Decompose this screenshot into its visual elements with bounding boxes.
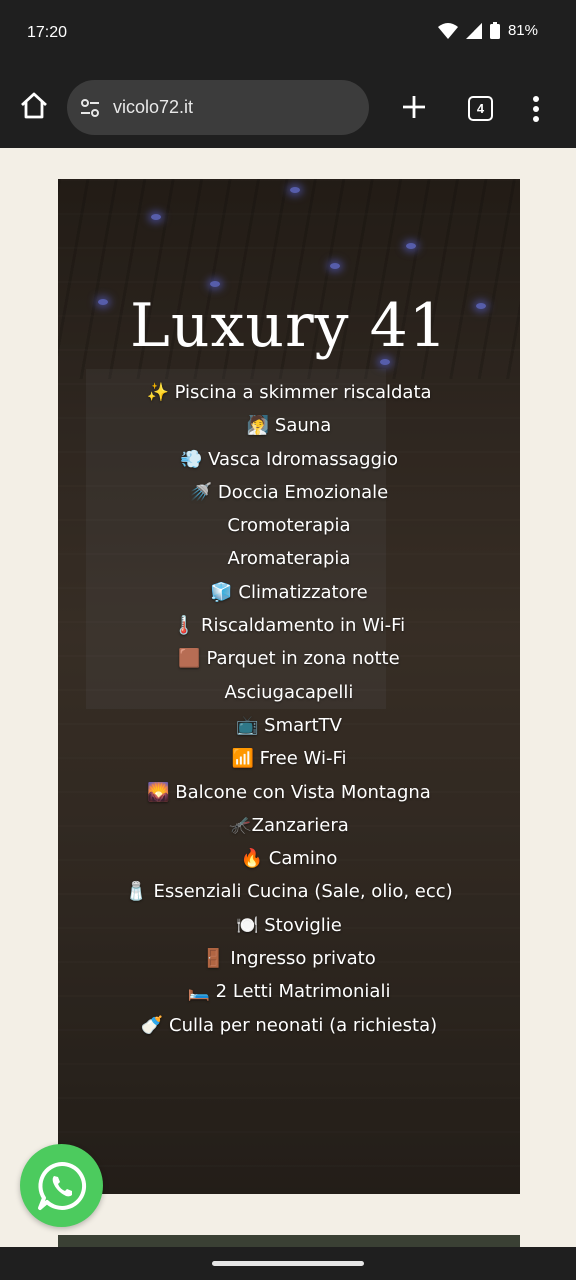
battery-percent: 81% xyxy=(507,22,538,39)
amenity-item: 🟫 Parquet in zona notte xyxy=(178,648,400,670)
tab-count: 4 xyxy=(476,101,485,116)
amenities-list: ✨ Piscina a skimmer riscaldata 🧖 Sauna 💨… xyxy=(58,376,520,1042)
status-time: 17:20 xyxy=(27,24,68,41)
more-menu-icon[interactable] xyxy=(528,95,544,123)
status-indicators: 81% xyxy=(437,22,538,39)
new-tab-icon[interactable] xyxy=(400,93,428,121)
site-settings-icon[interactable] xyxy=(79,97,101,119)
signal-icon xyxy=(465,22,482,39)
amenity-item: 📺 SmartTV xyxy=(236,714,342,736)
whatsapp-icon xyxy=(37,1161,86,1210)
tab-switcher-icon[interactable]: 4 xyxy=(468,96,493,121)
amenity-item: 🦟Zanzariera xyxy=(229,814,349,836)
system-nav-bar xyxy=(0,1247,576,1280)
amenity-item: 🛏️ 2 Letti Matrimoniali xyxy=(187,981,391,1003)
browser-toolbar: vicolo72.it 4 xyxy=(0,68,576,148)
amenity-item: Aromaterapia xyxy=(227,548,351,570)
amenity-item: 🍼 Culla per neonati (a richiesta) xyxy=(140,1014,438,1036)
amenity-item: 🍽️ Stoviglie xyxy=(236,914,342,936)
gesture-handle[interactable] xyxy=(212,1261,364,1266)
amenity-item: 🌡️ Riscaldamento in Wi-Fi xyxy=(172,615,406,637)
amenity-item: 🌄 Balcone con Vista Montagna xyxy=(147,781,431,803)
amenity-item: 🧂 Essenziali Cucina (Sale, olio, ecc) xyxy=(125,881,453,903)
status-bar: 17:20 81% xyxy=(0,0,576,68)
hero-title: Luxury 41 xyxy=(130,291,448,361)
amenity-item: 💨 Vasca Idromassaggio xyxy=(179,448,399,470)
amenity-item: 🧖 Sauna xyxy=(246,415,332,437)
amenity-item: ✨ Piscina a skimmer riscaldata xyxy=(146,382,432,403)
amenity-item: 📶 Free Wi-Fi xyxy=(231,748,347,770)
amenity-item: 🧊 Climatizzatore xyxy=(210,581,368,603)
amenity-item: Cromoterapia xyxy=(227,515,351,537)
amenity-item: 🚿 Doccia Emozionale xyxy=(189,481,389,503)
battery-icon xyxy=(489,22,500,39)
wifi-icon xyxy=(437,22,458,39)
amenity-item: 🚪 Ingresso privato xyxy=(202,948,376,970)
whatsapp-button[interactable] xyxy=(20,1144,103,1227)
url-text: vicolo72.it xyxy=(113,97,194,117)
amenity-item: Asciugacapelli xyxy=(224,681,354,703)
hero-banner: Luxury 41 ✨ Piscina a skimmer riscaldata… xyxy=(58,179,520,1194)
home-icon[interactable] xyxy=(18,90,50,122)
amenity-item: 🔥 Camino xyxy=(240,848,338,870)
address-bar[interactable]: vicolo72.it xyxy=(67,80,369,135)
